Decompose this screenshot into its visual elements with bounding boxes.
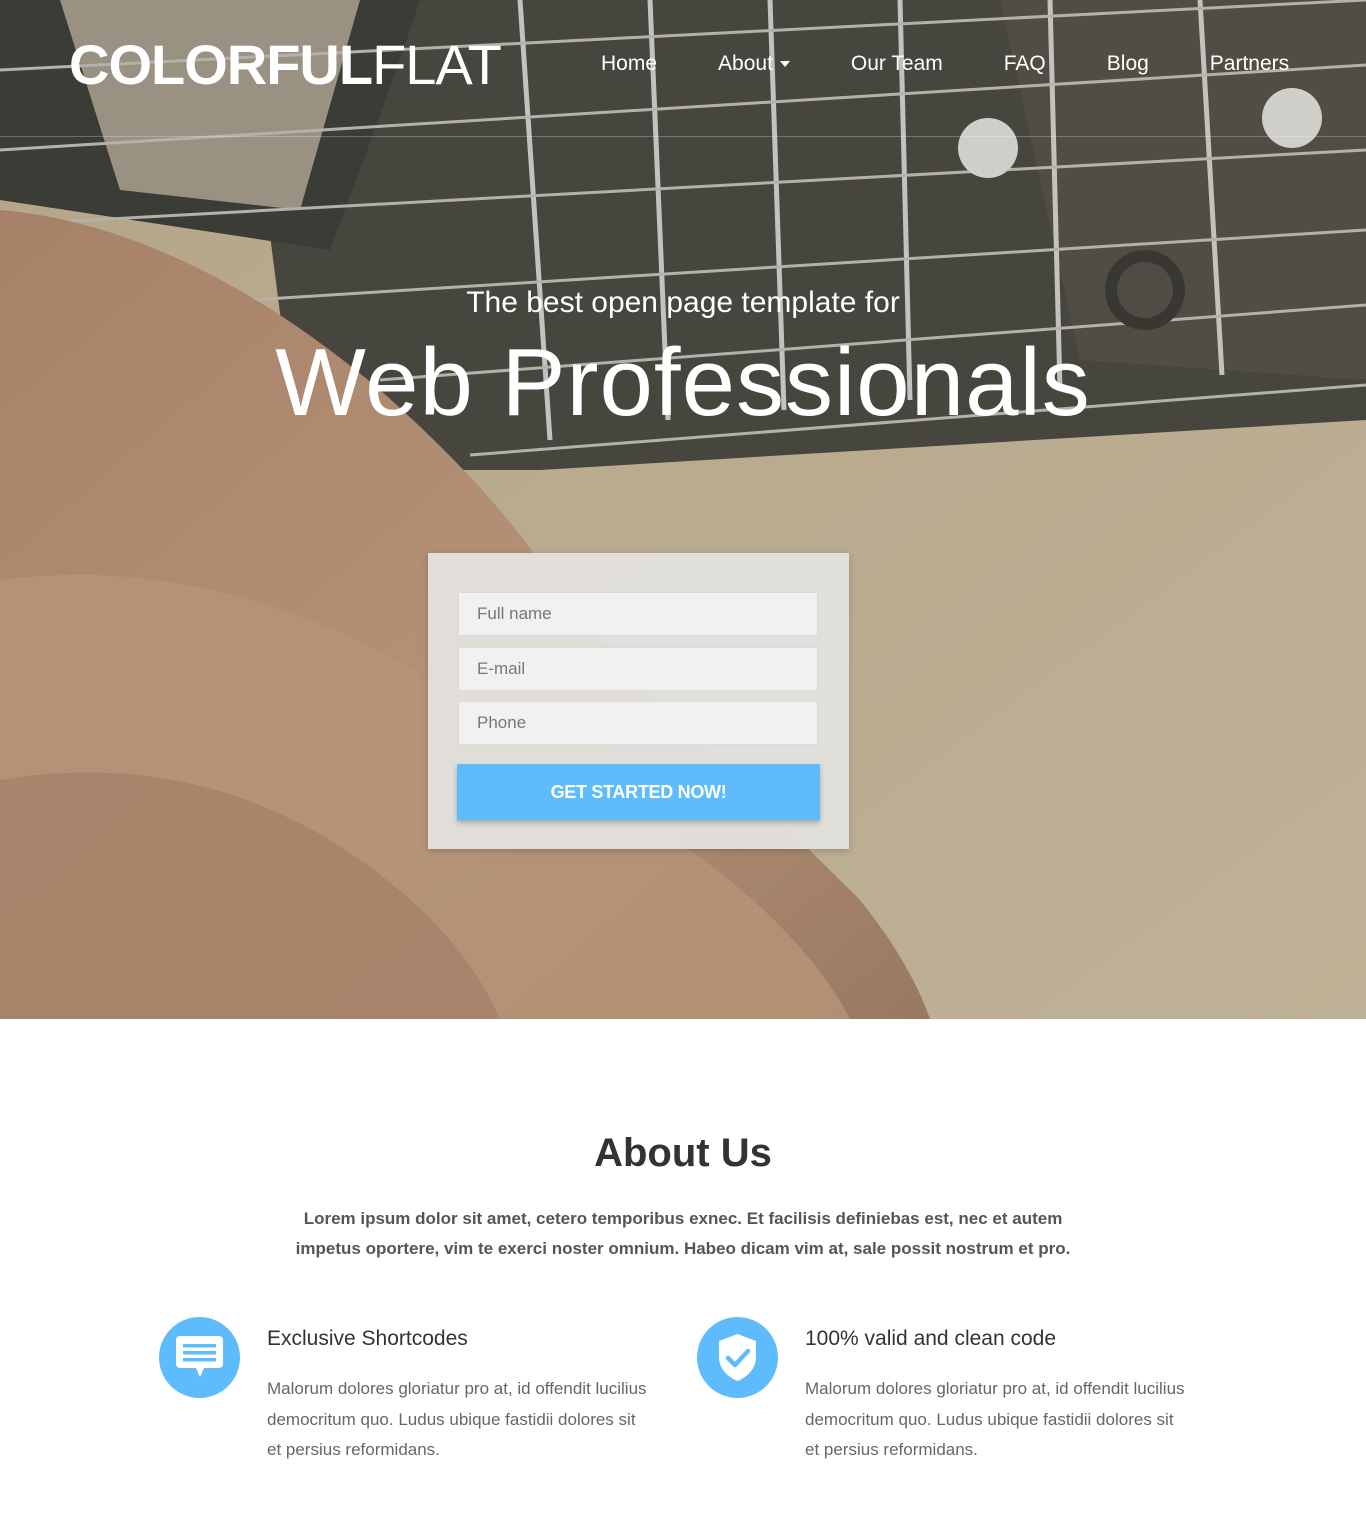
chat-bubble-icon bbox=[159, 1317, 240, 1398]
hero-tagline: The best open page template for bbox=[466, 286, 900, 319]
feature-text: Malorum dolores gloriatur pro at, id off… bbox=[267, 1379, 647, 1459]
hero-section: COLORFULFLAT Home About Our Team FAQ Blo… bbox=[0, 0, 1366, 1019]
site-logo[interactable]: COLORFULFLAT bbox=[69, 32, 502, 98]
signup-form: GET STARTED NOW! bbox=[428, 553, 849, 849]
feature-valid-code: 100% valid and clean code Malorum dolore… bbox=[697, 1317, 1185, 1477]
nav-item-partners[interactable]: Partners bbox=[1210, 50, 1289, 78]
nav-item-our-team[interactable]: Our Team bbox=[851, 50, 943, 78]
feature-text: Malorum dolores gloriatur pro at, id off… bbox=[805, 1379, 1185, 1459]
shield-check-icon bbox=[697, 1317, 778, 1398]
top-navbar: COLORFULFLAT Home About Our Team FAQ Blo… bbox=[0, 0, 1366, 137]
email-field[interactable] bbox=[458, 647, 818, 691]
hero-overlay bbox=[0, 0, 1366, 1019]
full-name-field[interactable] bbox=[458, 592, 818, 636]
main-nav: Home About Our Team FAQ Blog Partners bbox=[601, 50, 1289, 78]
nav-item-blog[interactable]: Blog bbox=[1107, 50, 1149, 78]
about-title: About Us bbox=[594, 1131, 772, 1175]
nav-item-about[interactable]: About bbox=[718, 50, 790, 78]
nav-item-about-label: About bbox=[718, 52, 773, 75]
nav-item-home[interactable]: Home bbox=[601, 50, 657, 78]
about-lead-text: Lorem ipsum dolor sit amet, cetero tempo… bbox=[295, 1209, 1071, 1258]
feature-title: Exclusive Shortcodes bbox=[267, 1327, 468, 1350]
get-started-button[interactable]: GET STARTED NOW! bbox=[457, 764, 820, 820]
logo-bold-text: COLORFUL bbox=[69, 33, 373, 96]
caret-down-icon bbox=[779, 61, 790, 67]
feature-exclusive-shortcodes: Exclusive Shortcodes Malorum dolores glo… bbox=[159, 1317, 647, 1477]
logo-light-text: FLAT bbox=[372, 33, 502, 96]
feature-title: 100% valid and clean code bbox=[805, 1327, 1057, 1350]
phone-field[interactable] bbox=[458, 701, 818, 745]
nav-item-faq[interactable]: FAQ bbox=[1004, 50, 1046, 78]
hero-headline: Web Professionals bbox=[275, 329, 1091, 436]
